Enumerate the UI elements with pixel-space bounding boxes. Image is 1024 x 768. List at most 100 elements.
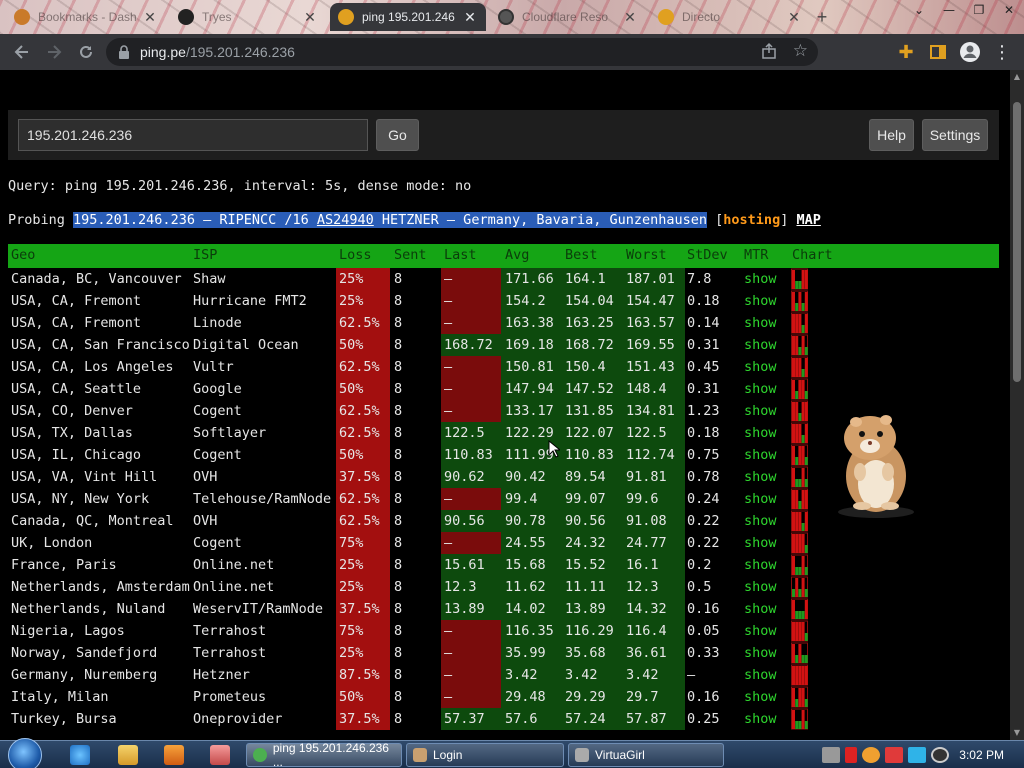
lock-icon[interactable] xyxy=(118,45,130,59)
file-explorer-icon[interactable] xyxy=(118,745,138,765)
chart-loss-bar xyxy=(792,336,795,355)
mtr-show-link[interactable]: show xyxy=(744,554,777,576)
tray-search-icon[interactable] xyxy=(862,747,881,763)
chart-loss-bar xyxy=(798,314,802,333)
forward-arrow-icon[interactable] xyxy=(38,36,70,68)
tab-close-icon[interactable]: ✕ xyxy=(622,9,638,26)
chart-reply-bar xyxy=(798,281,802,289)
chart-loss-bar xyxy=(801,688,805,707)
browser-tab[interactable]: Bookmarks - Dash ✕ xyxy=(6,3,166,31)
profile-avatar-icon[interactable] xyxy=(954,36,986,68)
avg-cell: 90.78 xyxy=(505,513,546,529)
mtr-show-link[interactable]: show xyxy=(744,268,777,290)
mtr-show-link[interactable]: show xyxy=(744,642,777,664)
browser-tab[interactable]: Tryes ✕ xyxy=(170,3,326,31)
tab-close-icon[interactable]: ✕ xyxy=(786,9,802,26)
restore-icon[interactable]: ❐ xyxy=(964,0,994,20)
bookmark-star-icon[interactable]: ☆ xyxy=(793,41,808,61)
scroll-up-icon[interactable]: ▲ xyxy=(1010,70,1024,84)
mtr-show-link[interactable]: show xyxy=(744,664,777,686)
chrome-icon xyxy=(253,748,267,762)
help-button[interactable]: Help xyxy=(869,119,914,151)
page-scrollbar[interactable]: ▲ ▼ xyxy=(1010,70,1024,740)
mtr-show-link[interactable]: show xyxy=(744,312,777,334)
mtr-show-link[interactable]: show xyxy=(744,576,777,598)
mtr-show-link[interactable]: show xyxy=(744,378,777,400)
minimize-icon[interactable]: — xyxy=(934,0,964,20)
mtr-show-link[interactable]: show xyxy=(744,532,777,554)
tab-close-icon[interactable]: ✕ xyxy=(302,9,318,26)
taskbar-task-chrome[interactable]: ping 195.201.246.236 ... xyxy=(246,741,402,768)
tray-v-icon[interactable] xyxy=(845,747,858,763)
isp-cell: Telehouse/RamNode xyxy=(193,491,332,507)
chart-loss-bar xyxy=(801,622,805,641)
start-orb-icon[interactable] xyxy=(8,738,42,768)
menu-kebab-icon[interactable]: ⋮ xyxy=(986,36,1018,68)
paint-icon[interactable] xyxy=(210,745,230,765)
tab-close-icon[interactable]: ✕ xyxy=(462,9,478,26)
chart-loss-bar xyxy=(801,666,805,685)
chart-loss-bar xyxy=(804,490,808,509)
tab-search-icon[interactable]: ⌄ xyxy=(904,0,934,20)
extensions-icon[interactable]: ✚ xyxy=(890,36,922,68)
mtr-show-link[interactable]: show xyxy=(744,510,777,532)
browser-tab[interactable]: Cloudflare Reso ✕ xyxy=(490,3,646,31)
tray-volume-icon[interactable] xyxy=(931,747,950,763)
settings-button[interactable]: Settings xyxy=(922,119,988,151)
address-bar[interactable]: ping.pe/195.201.246.236 ☆ xyxy=(106,38,818,66)
loss-cell: 62.5% xyxy=(339,359,380,375)
avg-cell: 122.29 xyxy=(505,425,554,441)
browser-tab[interactable]: Directo ✕ xyxy=(650,3,810,31)
scrollbar-thumb[interactable] xyxy=(1013,102,1021,382)
scroll-down-icon[interactable]: ▼ xyxy=(1010,726,1024,740)
task-label: VirtuaGirl xyxy=(595,748,645,762)
mtr-show-link[interactable]: show xyxy=(744,488,777,510)
mtr-show-link[interactable]: show xyxy=(744,598,777,620)
mtr-show-link[interactable]: show xyxy=(744,356,777,378)
new-tab-button[interactable]: + xyxy=(814,3,840,31)
mtr-show-link[interactable]: show xyxy=(744,290,777,312)
sidepanel-icon[interactable] xyxy=(922,36,954,68)
loss-cell: 37.5% xyxy=(339,469,380,485)
tray-network-icon[interactable] xyxy=(822,747,841,763)
chart-loss-bar xyxy=(795,424,799,443)
chart-reply-bar xyxy=(804,721,808,729)
avg-cell: 111.99 xyxy=(505,447,554,463)
sent-cell: 8 xyxy=(394,535,403,551)
mtr-show-link[interactable]: show xyxy=(744,620,777,642)
mtr-show-link[interactable]: show xyxy=(744,686,777,708)
tray-flag-icon[interactable] xyxy=(885,747,904,763)
chart-reply-bar xyxy=(804,457,808,465)
mini-latency-chart xyxy=(791,642,808,664)
share-icon[interactable] xyxy=(760,42,778,63)
media-player-icon[interactable] xyxy=(164,745,184,765)
close-window-icon[interactable]: ✕ xyxy=(994,0,1024,20)
mtr-show-link[interactable]: show xyxy=(744,444,777,466)
mtr-show-link[interactable]: show xyxy=(744,422,777,444)
best-cell: 90.56 xyxy=(565,513,606,529)
internet-explorer-icon[interactable] xyxy=(70,745,90,765)
isp-cell: Hetzner xyxy=(193,667,250,683)
isp-cell: OVH xyxy=(193,469,218,485)
tray-display-icon[interactable] xyxy=(908,747,927,763)
taskbar-task-login[interactable]: Login xyxy=(406,743,564,767)
mtr-show-link[interactable]: show xyxy=(744,708,777,730)
reload-icon[interactable] xyxy=(70,36,102,68)
map-link[interactable]: MAP xyxy=(796,212,820,228)
mtr-show-link[interactable]: show xyxy=(744,466,777,488)
mtr-show-link[interactable]: show xyxy=(744,400,777,422)
chart-loss-bar xyxy=(795,336,799,355)
mtr-show-link[interactable]: show xyxy=(744,334,777,356)
taskbar-task-virtuagirl[interactable]: VirtuaGirl xyxy=(568,743,724,767)
windows-taskbar: ping 195.201.246.236 ... Login VirtuaGir… xyxy=(0,738,1024,768)
mini-latency-chart xyxy=(791,686,808,708)
tab-close-icon[interactable]: ✕ xyxy=(142,9,158,26)
go-button[interactable]: Go xyxy=(376,119,419,151)
table-row: USA, CA, Fremont Linode 62.5% 8 – 163.38 163.2… xyxy=(8,312,999,334)
browser-tab-active[interactable]: ping 195.201.246 ✕ xyxy=(330,3,486,31)
back-arrow-icon[interactable] xyxy=(6,36,38,68)
chart-loss-bar xyxy=(801,490,805,509)
asn-link[interactable]: AS24940 xyxy=(316,212,374,228)
loss-cell: 50% xyxy=(339,447,364,463)
host-input[interactable] xyxy=(18,119,368,151)
